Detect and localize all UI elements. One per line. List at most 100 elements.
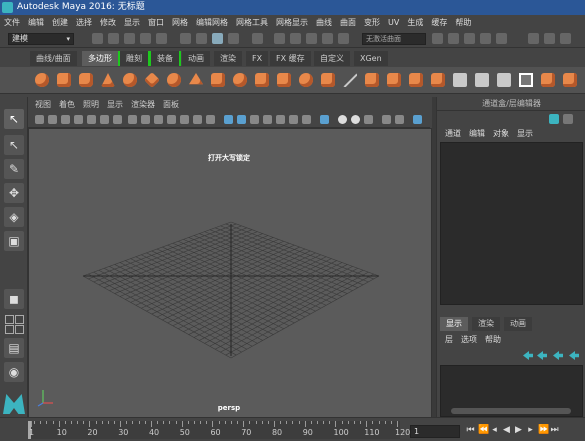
menu-mesh-display[interactable]: 网格显示 [272,15,312,30]
new-layer-selected-icon[interactable] [569,351,579,360]
layer-tab-anim[interactable]: 动画 [504,317,532,331]
outliner-layout-button[interactable]: ▤ [4,338,24,358]
layer-menu-options[interactable]: 选项 [457,334,481,346]
layout-four-icon[interactable] [5,315,14,324]
menu-display[interactable]: 显示 [120,15,144,30]
shelf-tab-polygons[interactable]: 多边形 [82,51,118,66]
rotate-tool-button[interactable]: ◈ [4,207,24,227]
2d-pan-zoom-icon[interactable] [87,115,96,124]
bevel-icon[interactable] [408,72,424,88]
go-start-icon[interactable]: ⏮ [466,425,475,436]
select-mask-icon[interactable] [228,33,239,44]
append-polygon-icon[interactable] [518,72,534,88]
menu-generate[interactable]: 生成 [403,15,427,30]
poly-boolean-icon[interactable] [320,72,336,88]
poly-disc-icon[interactable] [166,72,182,88]
poly-mirror-icon[interactable] [342,72,358,88]
xray-icon[interactable] [338,115,347,124]
menu-curves[interactable]: 曲线 [312,15,336,30]
poly-combine-icon[interactable] [254,72,270,88]
layer-tab-render[interactable]: 渲染 [472,317,500,331]
snap-curve-icon[interactable] [290,33,301,44]
image-plane-icon[interactable] [74,115,83,124]
menu-modify[interactable]: 修改 [96,15,120,30]
tool-settings-icon[interactable] [560,33,571,44]
menu-edit[interactable]: 编辑 [24,15,48,30]
shelf-tab-curves[interactable]: 曲线/曲面 [30,51,77,66]
move-layer-down-icon[interactable] [537,351,547,360]
grease-pencil-icon[interactable] [100,115,109,124]
redo-icon[interactable] [156,33,167,44]
bookmarks-icon[interactable] [61,115,70,124]
channel-box-toggle-icon[interactable] [549,114,559,124]
lights-icon[interactable] [263,115,272,124]
select-hierarchy-icon[interactable] [180,33,191,44]
quad-draw-icon[interactable] [496,72,512,88]
exposure-icon[interactable] [382,115,391,124]
motion-blur-icon[interactable] [302,115,311,124]
history-icon[interactable] [432,33,443,44]
snap-grid-icon[interactable] [274,33,285,44]
select-object-icon[interactable] [196,33,207,44]
film-gate-icon[interactable] [128,115,137,124]
select-camera-icon[interactable] [35,115,44,124]
xray-components-icon[interactable] [364,115,373,124]
snap-view-icon[interactable] [322,33,333,44]
time-slider-track[interactable]: 1 10 20 30 40 50 60 70 80 90 100 110 120 [28,421,410,439]
attribute-editor-icon[interactable] [544,33,555,44]
mode-dropdown[interactable]: 建模 ▾ [8,33,74,45]
menu-surfaces[interactable]: 曲面 [336,15,360,30]
step-forward-key-icon[interactable]: ⏩ [538,425,549,436]
viewport-menu-renderer[interactable]: 渲染器 [127,97,159,112]
open-scene-icon[interactable] [108,33,119,44]
menu-mesh-tools[interactable]: 网格工具 [232,15,272,30]
layer-tab-display[interactable]: 显示 [440,317,468,331]
toggle-panel-icon[interactable] [528,33,539,44]
gate-mask-icon[interactable] [154,115,163,124]
viewport-menu-shading[interactable]: 着色 [55,97,79,112]
color-management-icon[interactable] [413,115,422,124]
gamma-icon[interactable] [395,115,404,124]
shelf-tab-xgen[interactable]: XGen [354,51,388,66]
scale-tool-button[interactable]: ▣ [4,231,24,251]
xray-joints-icon[interactable] [351,115,360,124]
poly-pipe-icon[interactable] [210,72,226,88]
save-scene-icon[interactable] [124,33,135,44]
shelf-tab-rigging[interactable]: 装备 [149,51,181,66]
menu-uv[interactable]: UV [384,15,403,30]
play-back-icon[interactable]: ◀ [502,425,511,436]
target-weld-icon[interactable] [474,72,490,88]
play-forward-icon[interactable]: ▶ [514,425,523,436]
textured-icon[interactable] [250,115,259,124]
step-back-icon[interactable]: ◂ [490,425,499,436]
layer-menu-layers[interactable]: 层 [437,334,457,346]
layout-two-icon[interactable] [15,325,24,334]
uv-editor-icon[interactable] [540,72,556,88]
menu-mesh[interactable]: 网格 [168,15,192,30]
isolate-select-icon[interactable] [320,115,329,124]
live-surface-field[interactable]: 无激活曲面 [362,33,426,45]
wireframe-icon[interactable] [206,115,215,124]
lasso-tool-button[interactable]: ↖ [4,135,24,155]
poly-cylinder-icon[interactable] [78,72,94,88]
shelf-tab-fx[interactable]: FX [246,51,269,66]
channel-menu-channels[interactable]: 通道 [437,127,465,140]
poly-sphere-icon[interactable] [34,72,50,88]
shelf-tab-rendering[interactable]: 渲染 [214,51,242,66]
menu-cache[interactable]: 缓存 [427,15,451,30]
single-pane-layout-button[interactable]: ◼ [4,289,24,309]
shelf-tab-sculpting[interactable]: 雕刻 [118,51,150,66]
layout-four-icon[interactable] [15,315,24,324]
snap-point-icon[interactable] [306,33,317,44]
layout-two-icon[interactable] [5,325,14,334]
multi-cut-icon[interactable] [452,72,468,88]
shelf-tab-animation[interactable]: 动画 [182,51,210,66]
smooth-shade-icon[interactable] [224,115,233,124]
poly-pyramid-icon[interactable] [188,72,204,88]
wireframe-on-shaded-icon[interactable] [237,115,246,124]
shelf-tab-fx-cache[interactable]: FX 缓存 [270,51,311,66]
attribute-editor-toggle-icon[interactable] [563,114,573,124]
shadows-icon[interactable] [276,115,285,124]
viewport-menu-view[interactable]: 视图 [28,97,55,112]
channel-menu-object[interactable]: 对象 [489,127,513,140]
